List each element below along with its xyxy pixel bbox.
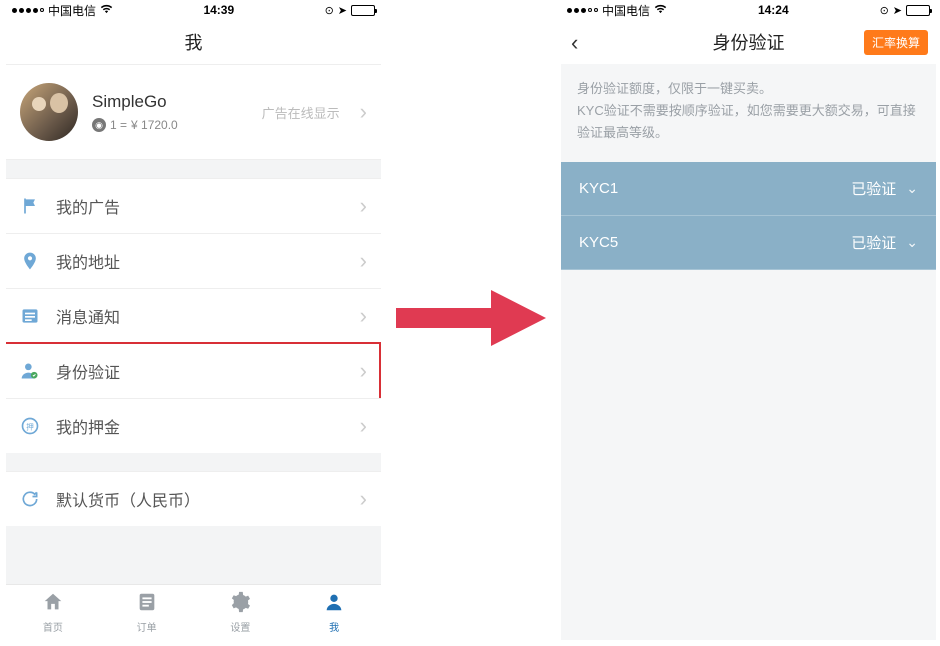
statusbar-left: 中国电信 14:39 ⊙ ➤ bbox=[6, 0, 381, 20]
verification-note: 身份验证额度，仅限于一键买卖。 KYC验证不需要按顺序验证，如您需要更大额交易，… bbox=[561, 64, 936, 162]
chevron-right-icon: › bbox=[360, 99, 367, 125]
username: SimpleGo bbox=[92, 92, 248, 112]
list-icon bbox=[20, 306, 56, 326]
pin-icon bbox=[20, 251, 56, 271]
deposit-icon: 押 bbox=[20, 416, 56, 436]
profile-card[interactable]: SimpleGo ◉ 1 = ¥ 1720.0 广告在线显示 › bbox=[6, 64, 381, 160]
menu-my-ads[interactable]: 我的广告 › bbox=[6, 179, 381, 233]
exchange-rate-button[interactable]: 汇率换算 bbox=[864, 30, 928, 55]
chevron-right-icon: › bbox=[360, 413, 367, 439]
menu-my-deposit[interactable]: 押 我的押金 › bbox=[6, 398, 381, 453]
profile-info: SimpleGo ◉ 1 = ¥ 1720.0 bbox=[92, 92, 248, 132]
wifi-icon bbox=[100, 4, 113, 17]
kyc-row-2[interactable]: KYC5 已验证 ⌄ bbox=[561, 216, 936, 270]
clock: 14:39 bbox=[203, 3, 234, 17]
coin-badge-icon: ◉ bbox=[92, 118, 106, 132]
battery-icon bbox=[351, 5, 375, 16]
home-icon bbox=[42, 591, 64, 617]
chevron-down-icon: ⌄ bbox=[906, 180, 918, 197]
carrier-label: 中国电信 bbox=[602, 2, 650, 19]
alarm-icon: ⊙ bbox=[880, 4, 889, 17]
orders-icon bbox=[136, 591, 158, 617]
kyc-name: KYC5 bbox=[579, 234, 618, 251]
carrier-label: 中国电信 bbox=[48, 2, 96, 19]
chevron-right-icon: › bbox=[360, 358, 367, 384]
statusbar-right: 中国电信 14:24 ⊙ ➤ bbox=[561, 0, 936, 20]
user-check-icon bbox=[20, 361, 56, 381]
chevron-right-icon: › bbox=[360, 486, 367, 512]
kyc-status: 已验证 bbox=[851, 178, 896, 199]
right-content: 身份验证额度，仅限于一键买卖。 KYC验证不需要按顺序验证，如您需要更大额交易，… bbox=[561, 64, 936, 640]
tab-me[interactable]: 我 bbox=[287, 585, 381, 640]
avatar bbox=[20, 83, 78, 141]
flow-arrow bbox=[381, 0, 561, 640]
chevron-right-icon: › bbox=[360, 303, 367, 329]
svg-text:押: 押 bbox=[26, 421, 34, 431]
chevron-right-icon: › bbox=[360, 248, 367, 274]
kyc-name: KYC1 bbox=[579, 180, 618, 197]
kyc-row-1[interactable]: KYC1 已验证 ⌄ bbox=[561, 162, 936, 216]
header-right: ‹ 身份验证 汇率换算 bbox=[561, 20, 936, 64]
flag-icon bbox=[20, 196, 56, 216]
tab-orders[interactable]: 订单 bbox=[100, 585, 194, 640]
gear-icon bbox=[229, 591, 251, 617]
signal-dots bbox=[12, 8, 44, 13]
left-content: SimpleGo ◉ 1 = ¥ 1720.0 广告在线显示 › 我的广告 › … bbox=[6, 64, 381, 584]
chevron-right-icon: › bbox=[360, 193, 367, 219]
tabbar: 首页 订单 设置 我 bbox=[6, 584, 381, 640]
back-button[interactable]: ‹ bbox=[571, 30, 578, 56]
arrow-right-icon bbox=[391, 283, 551, 358]
user-icon bbox=[323, 591, 345, 617]
page-title: 我 bbox=[6, 20, 381, 64]
location-icon: ➤ bbox=[338, 4, 347, 17]
exchange-rate: ◉ 1 = ¥ 1720.0 bbox=[92, 118, 248, 132]
phone-right: 中国电信 14:24 ⊙ ➤ ‹ 身份验证 汇率换算 身份验证额度，仅限于一键买… bbox=[561, 0, 936, 640]
tab-home[interactable]: 首页 bbox=[6, 585, 100, 640]
phone-left: 中国电信 14:39 ⊙ ➤ 我 SimpleGo ◉ 1 = ¥ 1720.0 bbox=[6, 0, 381, 640]
menu-default-currency[interactable]: 默认货币（人民币） › bbox=[6, 472, 381, 526]
page-title: 身份验证 bbox=[713, 29, 785, 55]
menu-my-address[interactable]: 我的地址 › bbox=[6, 233, 381, 288]
location-icon: ➤ bbox=[893, 4, 902, 17]
menu-notifications[interactable]: 消息通知 › bbox=[6, 288, 381, 343]
clock: 14:24 bbox=[758, 3, 789, 17]
menu-identity-verification[interactable]: 身份验证 › bbox=[6, 343, 381, 398]
signal-dots bbox=[567, 8, 598, 13]
tab-settings[interactable]: 设置 bbox=[194, 585, 288, 640]
wifi-icon bbox=[654, 4, 667, 17]
kyc-status: 已验证 bbox=[851, 232, 896, 253]
battery-icon bbox=[906, 5, 930, 16]
chevron-down-icon: ⌄ bbox=[906, 234, 918, 251]
refresh-icon bbox=[20, 489, 56, 509]
alarm-icon: ⊙ bbox=[325, 4, 334, 17]
ad-status-label: 广告在线显示 bbox=[262, 103, 340, 122]
